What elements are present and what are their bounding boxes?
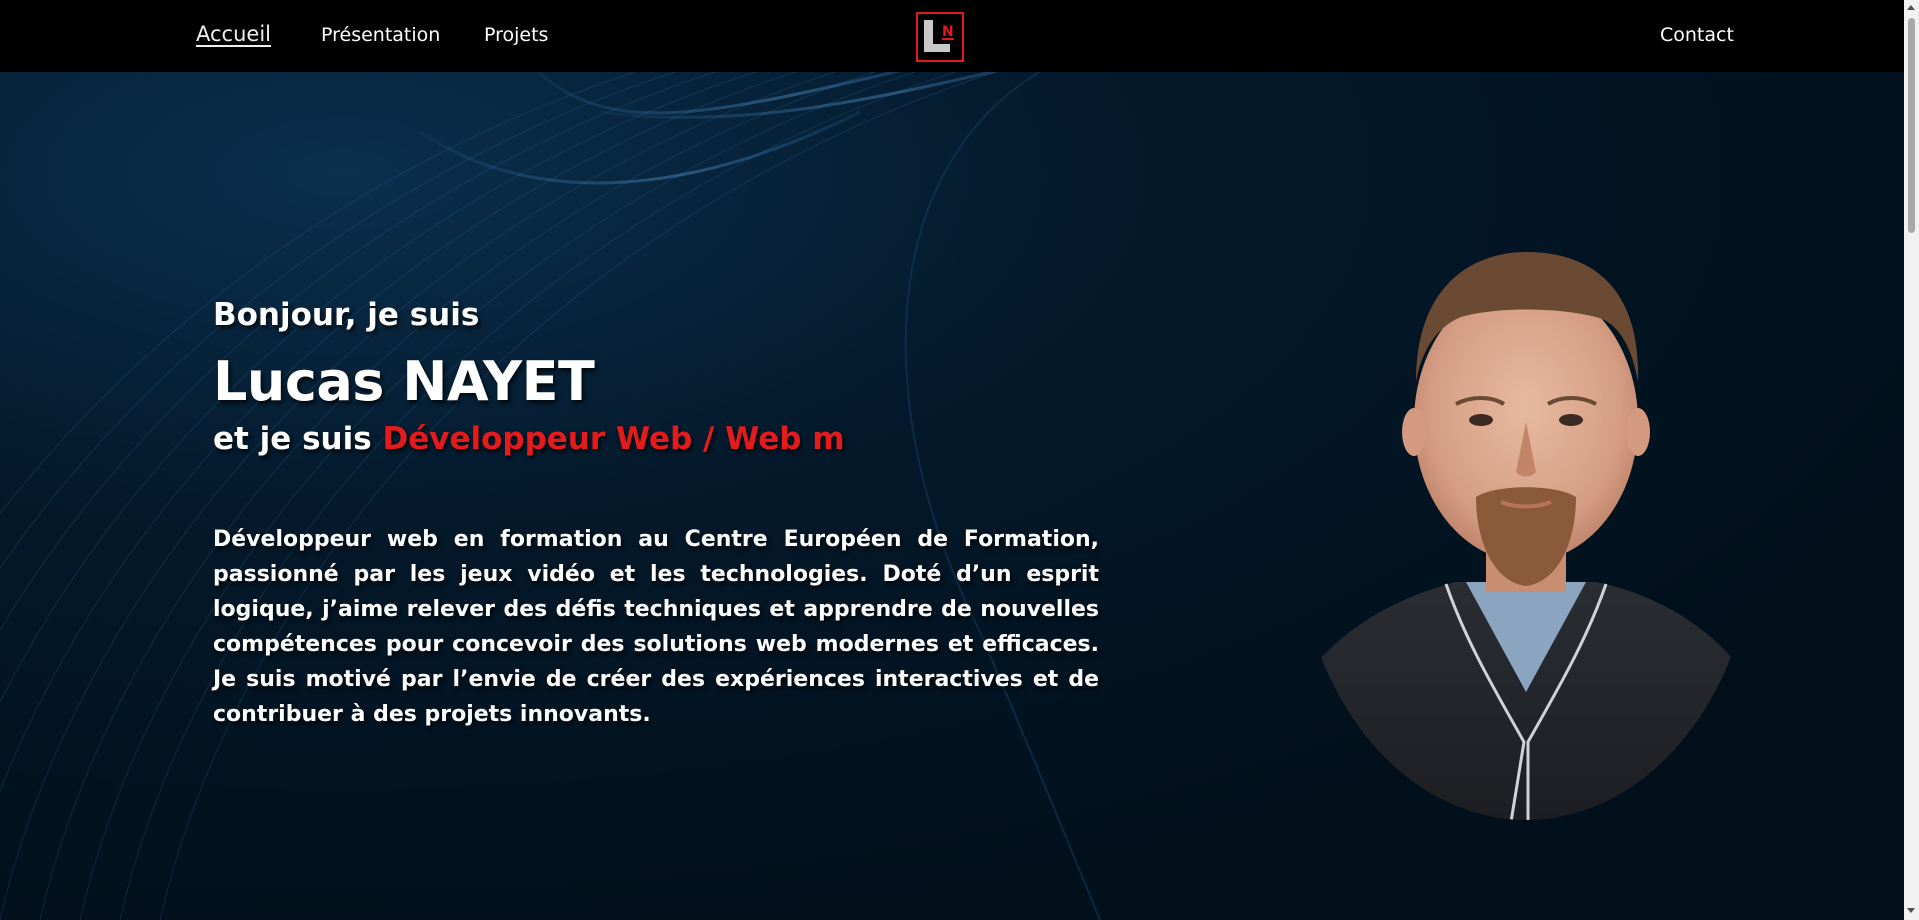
logo-letter-n: N xyxy=(942,24,954,40)
nav-link-projets[interactable]: Projets xyxy=(484,24,548,46)
role-highlight: Développeur Web / Web m xyxy=(382,421,845,457)
hero-bio: Développeur web en formation au Centre E… xyxy=(213,527,1099,727)
page-scrollbar[interactable] xyxy=(1904,0,1919,920)
hero-role-line: et je suis Développeur Web / Web m xyxy=(213,421,845,457)
hero-section: Bonjour, je suis Lucas NAYET et je suis … xyxy=(0,72,1904,920)
scroll-thumb[interactable] xyxy=(1908,18,1915,233)
site-logo[interactable]: N xyxy=(916,12,964,62)
role-prefix: et je suis xyxy=(213,421,383,457)
scroll-up-arrow-icon[interactable] xyxy=(1907,5,1915,10)
ln-logo-icon: N xyxy=(924,20,954,52)
page: Accueil Présentation Projets N Contact B… xyxy=(0,0,1919,920)
nav-link-contact[interactable]: Contact xyxy=(1660,24,1734,46)
profile-photo xyxy=(1296,252,1756,820)
hero-name: Lucas NAYET xyxy=(213,350,595,413)
nav-link-presentation[interactable]: Présentation xyxy=(321,24,440,46)
nav-link-accueil[interactable]: Accueil xyxy=(196,22,271,46)
hero-greeting: Bonjour, je suis xyxy=(213,297,480,333)
top-navbar: Accueil Présentation Projets N Contact xyxy=(0,0,1904,72)
scroll-down-arrow-icon[interactable] xyxy=(1907,908,1915,913)
